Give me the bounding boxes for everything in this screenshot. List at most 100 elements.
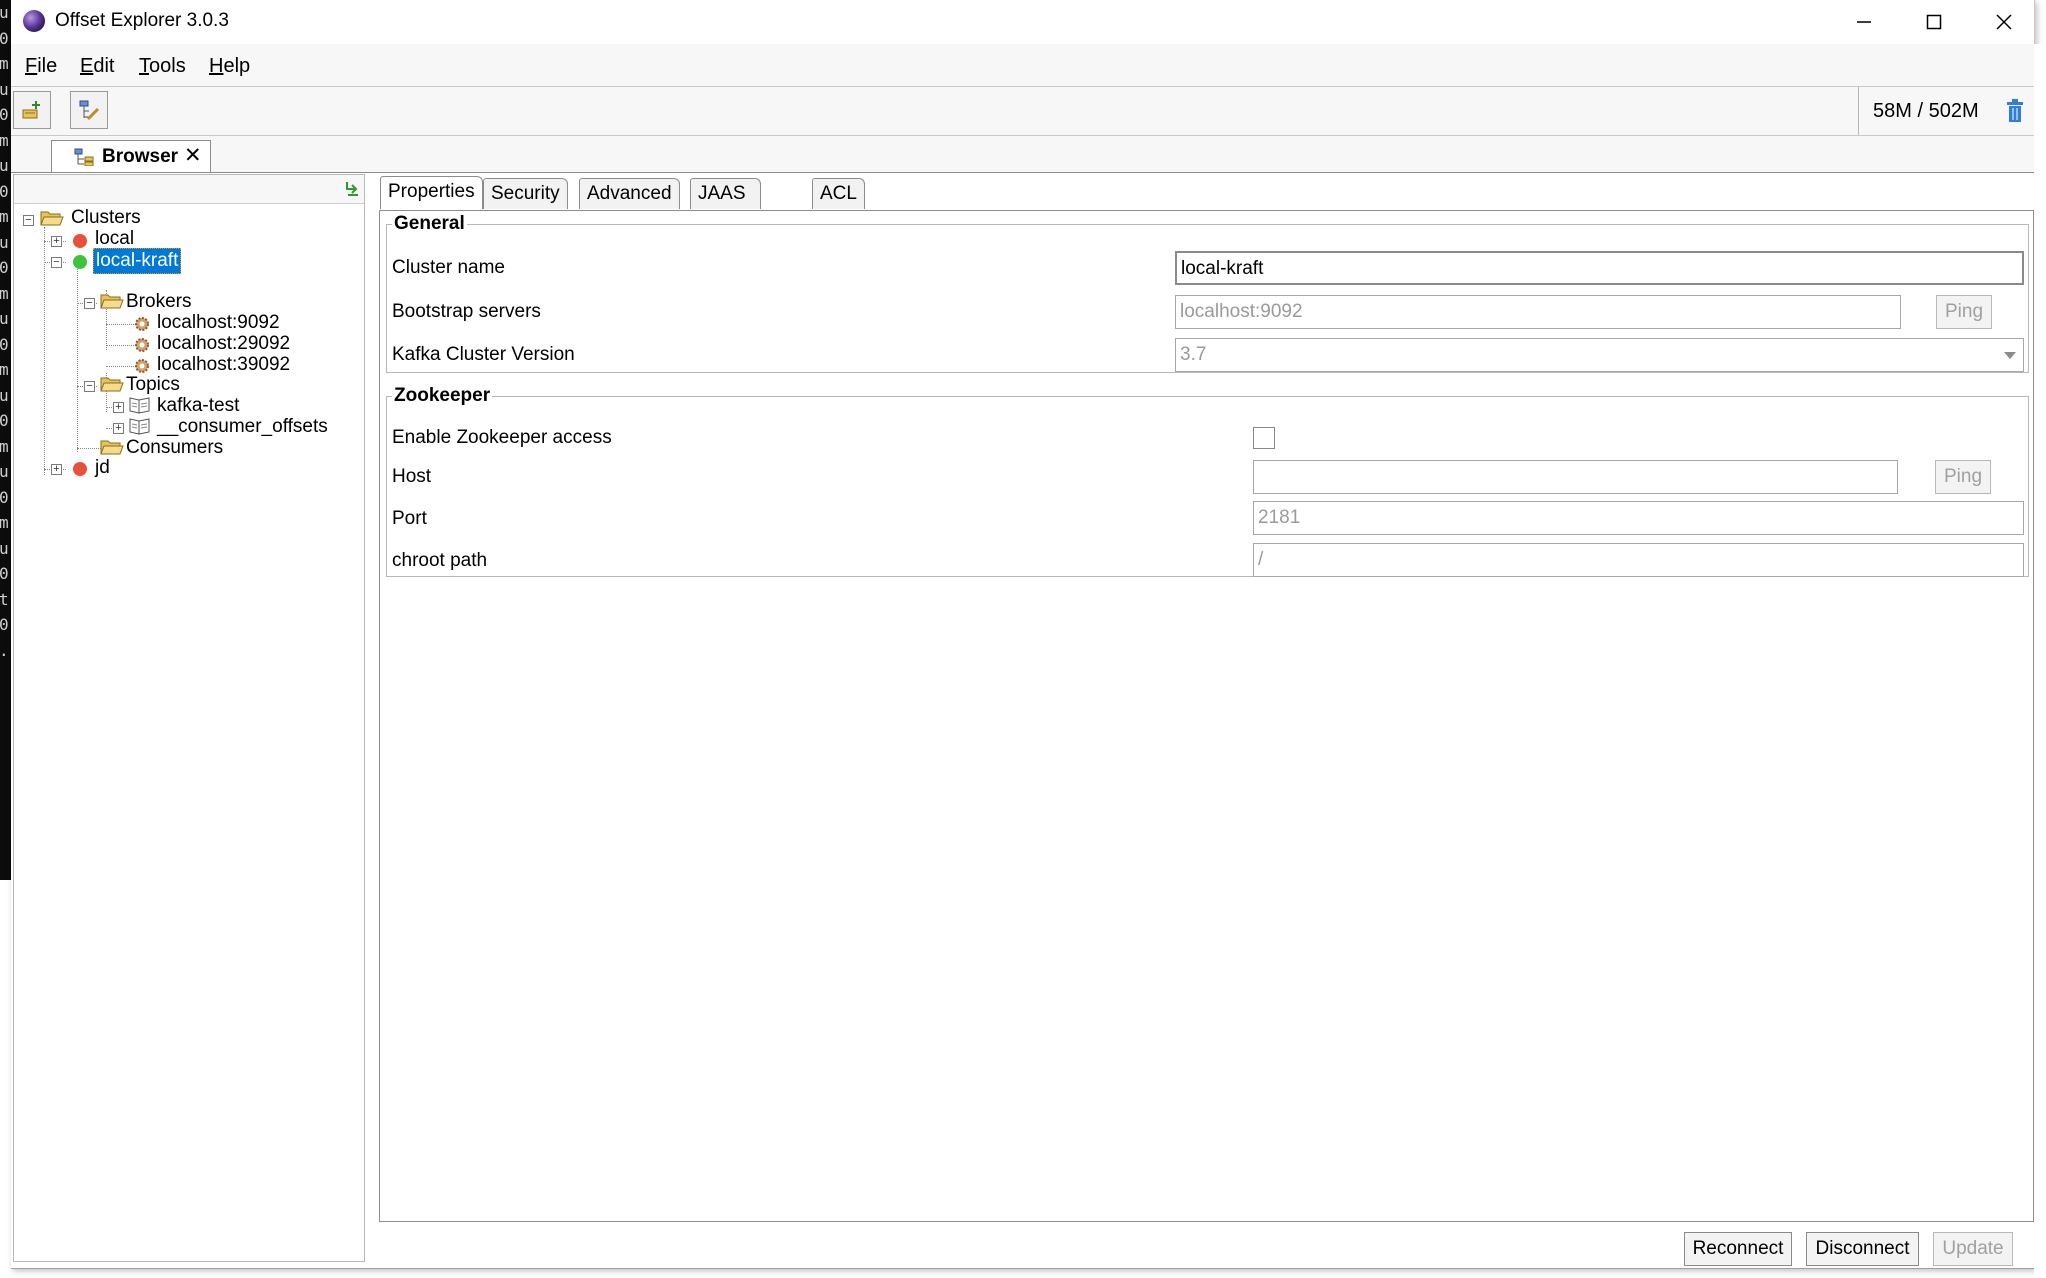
background-glyph: m — [0, 436, 9, 456]
tree-expand-toggle[interactable]: + — [113, 402, 124, 413]
cluster-name-input[interactable]: local-kraft — [1175, 251, 2024, 285]
zookeeper-host-input[interactable] — [1253, 460, 1898, 494]
refresh-tree-icon[interactable] — [344, 180, 360, 198]
edit-connection-button[interactable] — [70, 91, 108, 129]
background-glyph: 0 — [0, 411, 9, 430]
update-button[interactable]: Update — [1933, 1232, 2013, 1266]
menu-edit-mnemonic: E — [80, 55, 94, 77]
menu-tools-label: ools — [149, 55, 186, 77]
menu-bar: File Edit Tools Help — [11, 44, 2034, 87]
memory-usage: 58M / 502M — [1873, 100, 1979, 122]
background-glyph: u — [0, 538, 9, 558]
menu-edit-label: dit — [93, 55, 115, 77]
tab-jaas-config[interactable]: JAAS Config — [690, 178, 761, 234]
add-connection-button[interactable] — [13, 91, 51, 129]
kafka-version-select[interactable]: 3.7 — [1175, 338, 2024, 372]
browser-tab[interactable]: Browser ✕ — [51, 140, 211, 172]
tab-properties[interactable]: Properties — [380, 176, 483, 209]
background-glyph: 0 — [0, 334, 9, 354]
action-bar: Reconnect Disconnect Update — [370, 1222, 2034, 1266]
menu-help[interactable]: Help — [209, 55, 250, 78]
menu-file[interactable]: File — [25, 55, 57, 78]
background-glyph: u — [0, 462, 9, 481]
maximize-button[interactable] — [1899, 0, 1969, 44]
broker-gear-icon — [135, 338, 149, 352]
background-glyph: u — [0, 232, 9, 252]
cluster-name-label: Cluster name — [392, 257, 505, 278]
background-glyph: m — [0, 54, 9, 73]
folder-open-icon — [100, 377, 124, 392]
chroot-path-label: chroot path — [392, 550, 488, 571]
background-glyph: u — [0, 385, 9, 405]
tree-collapse-toggle[interactable]: − — [51, 257, 62, 268]
bootstrap-servers-input[interactable]: localhost:9092 — [1175, 295, 1901, 329]
menu-tools-mnemonic: T — [139, 55, 149, 77]
background-glyph: u — [0, 309, 9, 328]
minimize-icon — [1857, 21, 1871, 23]
cluster-tree-pane: − Clusters + local − local-kraft − Broke… — [13, 174, 365, 1262]
chroot-path-input[interactable]: / — [1253, 543, 2024, 577]
tree-collapse-toggle[interactable]: − — [84, 298, 95, 309]
background-glyph: 0 — [0, 105, 9, 124]
minimize-button[interactable] — [1829, 0, 1899, 44]
maximize-icon — [1926, 14, 1942, 30]
background-glyph: m — [0, 207, 9, 226]
zookeeper-group-title: Zookeeper — [394, 385, 491, 406]
zookeeper-ping-button[interactable]: Ping — [1935, 460, 1991, 494]
memory-indicator: 58M / 502M — [1858, 87, 2035, 135]
tree-node-cluster-local-kraft[interactable]: local-kraft — [93, 248, 182, 274]
background-glyph: u — [0, 3, 9, 22]
browser-tab-close-button[interactable]: ✕ — [184, 143, 202, 168]
disconnect-button[interactable]: Disconnect — [1806, 1232, 1919, 1266]
browser-tab-label: Browser — [102, 146, 179, 167]
background-glyph: . — [0, 638, 11, 664]
tab-security[interactable]: Security — [483, 178, 568, 209]
reconnect-button[interactable]: Reconnect — [1684, 1232, 1792, 1266]
background-terminal-strip: u0mu0mu0mu0mu0mu0mu0mu0t0. — [0, 0, 11, 880]
add-connection-icon — [22, 101, 40, 119]
tab-acl[interactable]: ACL — [812, 178, 865, 209]
enable-zookeeper-checkbox[interactable] — [1253, 427, 1275, 449]
tree-node-cluster-jd[interactable]: jd — [95, 455, 110, 481]
bootstrap-ping-button[interactable]: Ping — [1936, 295, 1992, 329]
tree-toolbar — [14, 175, 364, 204]
enable-zookeeper-label: Enable Zookeeper access — [392, 427, 612, 448]
broker-gear-icon — [135, 317, 149, 331]
background-glyph: m — [0, 360, 9, 379]
zookeeper-port-input[interactable]: 2181 — [1253, 501, 2024, 535]
properties-tab-content: General Cluster name local-kraft Bootstr… — [379, 210, 2034, 1222]
background-glyph: m — [0, 283, 9, 303]
zookeeper-port-label: Port — [392, 508, 427, 529]
app-logo-icon — [23, 10, 45, 32]
general-group-title: General — [394, 213, 465, 234]
background-glyph: 0 — [0, 28, 9, 48]
document-tab-row: Browser ✕ — [11, 136, 2034, 173]
cluster-status-disconnected-icon — [73, 462, 87, 476]
menu-edit[interactable]: Edit — [80, 55, 114, 78]
folder-open-icon — [100, 294, 124, 309]
tree-expand-toggle[interactable]: + — [51, 464, 62, 475]
topic-book-icon — [129, 397, 150, 414]
bootstrap-servers-label: Bootstrap servers — [392, 301, 541, 322]
tree-collapse-toggle[interactable]: − — [84, 381, 95, 392]
background-glyph: 0 — [0, 258, 9, 277]
tree-collapse-toggle[interactable]: − — [23, 215, 34, 226]
background-glyph: m — [0, 130, 9, 150]
zookeeper-host-label: Host — [392, 466, 432, 487]
background-glyph: m — [0, 513, 9, 532]
menu-tools[interactable]: Tools — [139, 55, 186, 78]
tree-expand-toggle[interactable]: + — [113, 423, 124, 434]
topic-book-icon — [129, 418, 150, 435]
background-glyph: 0 — [0, 564, 9, 583]
background-glyph: t — [0, 589, 9, 609]
tab-advanced[interactable]: Advanced — [579, 178, 680, 209]
menu-help-mnemonic: H — [209, 55, 224, 77]
cluster-tree: − Clusters + local − local-kraft − Broke… — [14, 205, 364, 1261]
close-window-button[interactable] — [1969, 0, 2039, 44]
kafka-version-label: Kafka Cluster Version — [392, 344, 575, 365]
menu-file-label: ile — [37, 55, 58, 77]
title-bar[interactable]: Offset Explorer 3.0.3 — [11, 0, 2034, 44]
garbage-collect-button[interactable] — [2005, 99, 2025, 129]
tree-node-consumers[interactable]: Consumers — [126, 435, 223, 461]
tree-expand-toggle[interactable]: + — [51, 236, 62, 247]
